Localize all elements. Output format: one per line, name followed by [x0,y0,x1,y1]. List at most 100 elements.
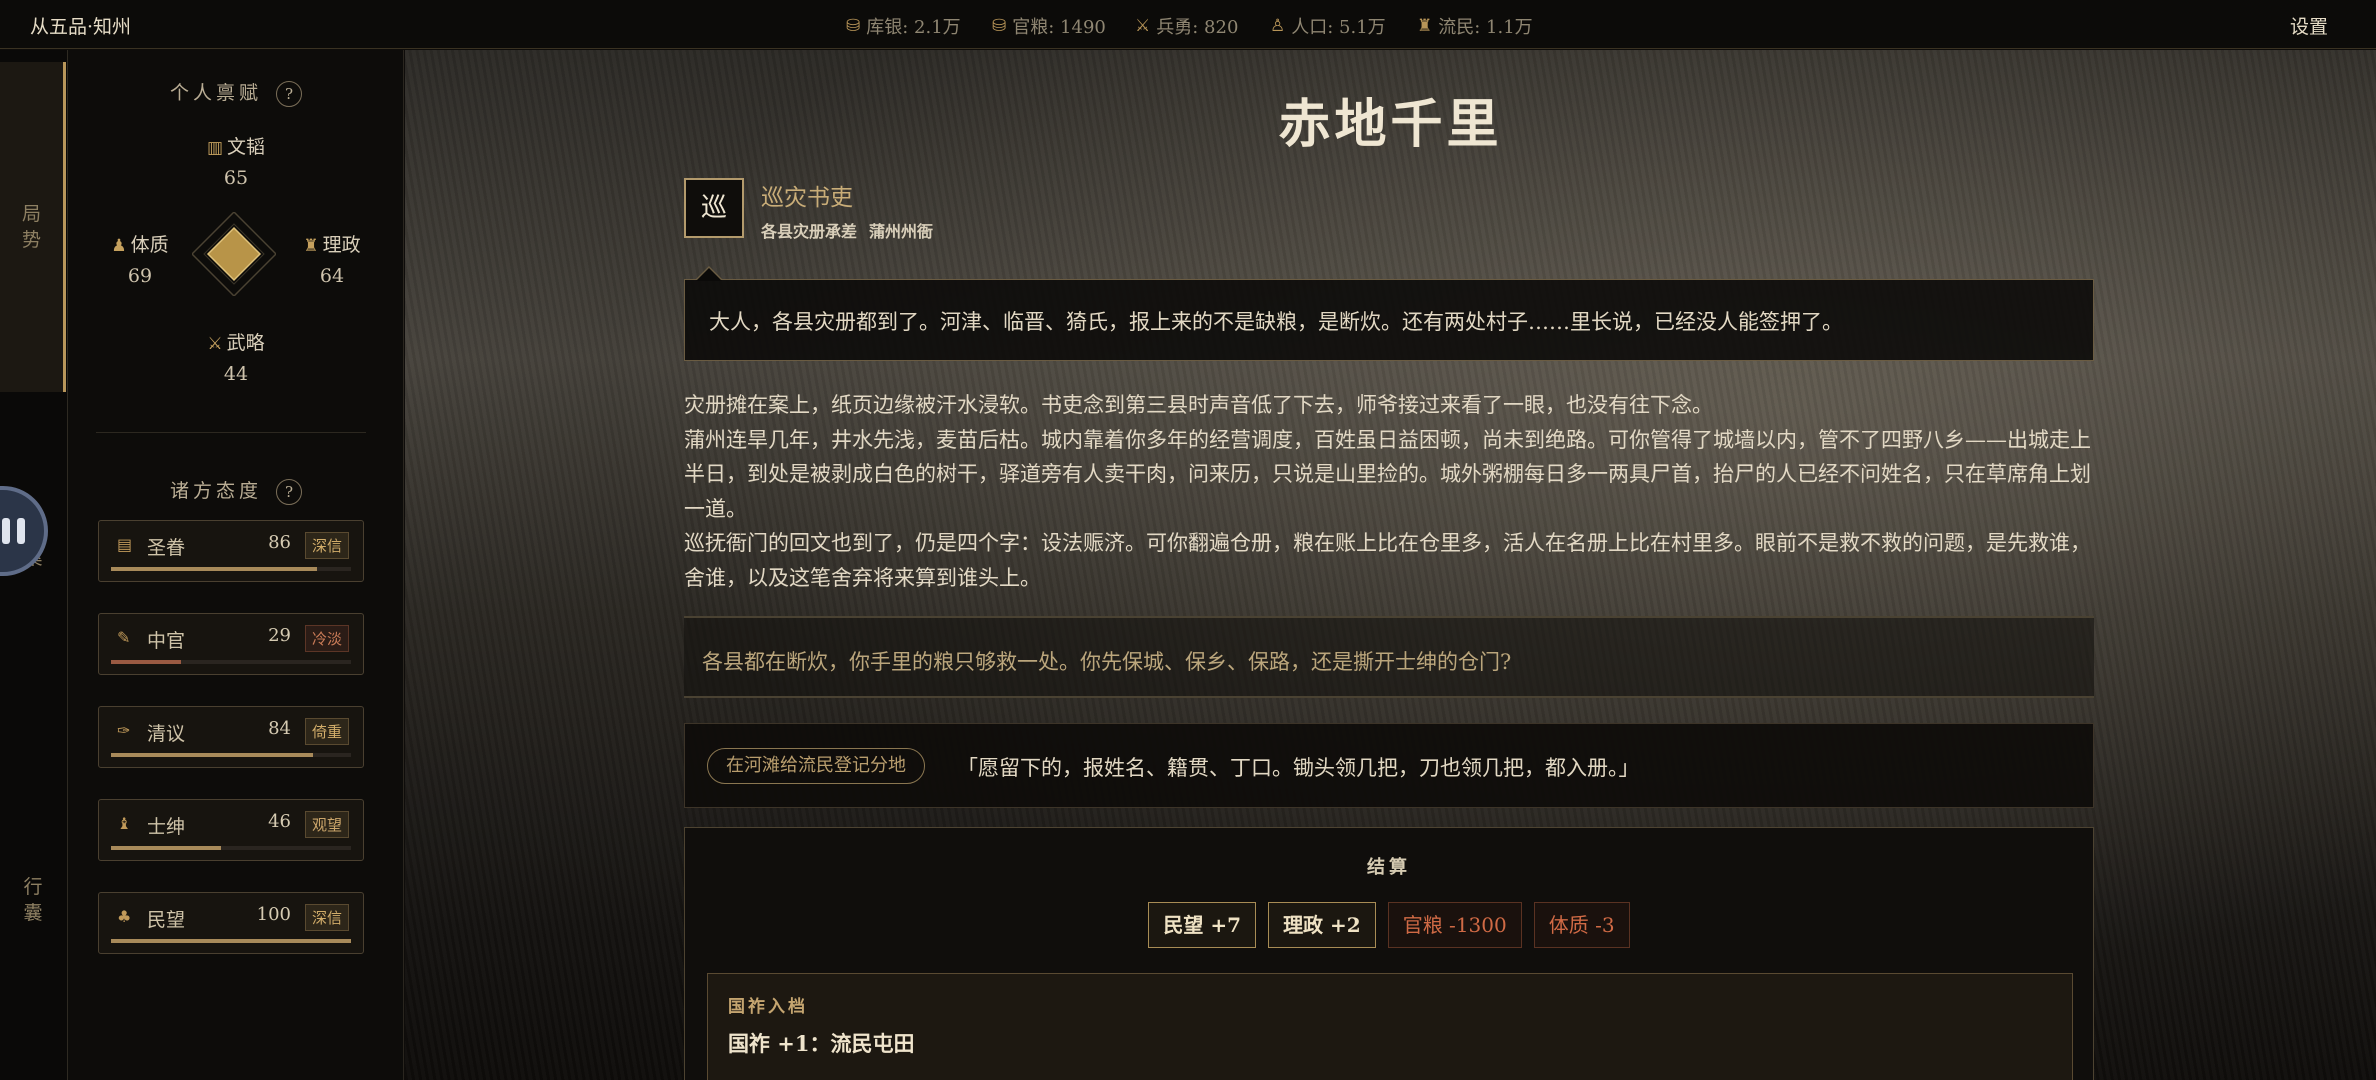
attr-label: 体质 [130,234,169,256]
decision-question: 各县都在断炊，你手里的粮只够救一处。你先保城、保乡、保路，还是撕开士绅的仓门? [702,650,1512,674]
faction-value: 46 [268,811,291,832]
chosen-option[interactable]: 在河滩给流民登记分地 「愿留下的，报姓名、籍贯、丁口。锄头领几把，刀也领几把，都… [684,723,2094,808]
speaker-avatar: 巡 [684,178,744,238]
faction-bar-fill [111,753,313,757]
resource-label: 人口: 5.1万 [1291,17,1386,38]
soldier-icon: ⚔ [1135,16,1151,36]
talents-help-button[interactable]: ? [276,81,303,107]
dialog-box: 大人，各县灾册都到了。河津、临晋、猗氏，报上来的不是缺粮，是断炊。还有两处村子…… [684,266,2094,361]
attr-value: 44 [223,363,249,385]
faction-bar-fill [111,567,318,571]
attr-wulue: ⚔ 武略 44 [194,328,278,385]
dialog-text: 大人，各县灾册都到了。河津、临晋、猗氏，报上来的不是缺粮，是断炊。还有两处村子…… [709,310,1843,334]
decision-prompt: 各县都在断炊，你手里的粮只够救一处。你先保城、保乡、保路，还是撕开士绅的仓门? [684,616,2094,698]
faction-name: 清议 [147,723,186,745]
faction-bar [111,660,351,664]
resource-treasury: ⛁ 库银: 2.1万 [846,13,961,39]
people-icon: ♙ [1270,16,1286,36]
option-quote: 「愿留下的，报姓名、籍贯、丁口。锄头领几把，刀也领几把，都入册。」 [957,756,1640,780]
faction-bar [111,753,351,757]
speaker-role: 各县灾册承差 [761,222,858,241]
resource-label: 兵勇: 820 [1156,17,1239,38]
attr-value: 69 [127,265,153,287]
body-icon: ♟ [111,236,127,256]
effect-chip: 理政 +2 [1268,902,1376,948]
tab-situation[interactable]: 局势 [0,62,66,392]
talent-radar-icon [192,212,276,296]
attr-lizheng: ♜ 理政 64 [290,230,374,287]
attr-wenhan: ▥ 文韬 65 [194,132,278,189]
effect-chip: 官粮 -1300 [1387,902,1522,948]
speaker-name: 巡灾书吏 [761,185,853,211]
attr-label: 文韬 [227,136,266,158]
attr-label: 武略 [226,332,265,354]
faction-name: 中官 [147,630,186,652]
faction-shishen[interactable]: ♝ 士绅 46 观望 [98,799,364,861]
faction-value: 29 [268,625,291,646]
crowd-icon: ♣ [117,907,132,926]
settlement-panel: 结算 民望 +7 理政 +2 官粮 -1300 体质 -3 国祚入档 国祚 +1… [684,827,2094,1080]
faction-shengjuan[interactable]: ▤ 圣眷 86 深信 [98,520,364,582]
book-icon: ▥ [206,138,224,158]
eunuch-icon: ✎ [117,628,131,647]
effect-chip: 民望 +7 [1148,902,1257,948]
faction-bar-fill [111,846,222,850]
gentry-icon: ♝ [117,814,132,833]
faction-name: 士绅 [147,816,186,838]
top-bar: 从五品·知州 ⛁ 库银: 2.1万 ⛁ 官粮: 1490 ⚔ 兵勇: 820 ♙… [0,0,2376,49]
narration-paragraph: 灾册摊在案上，纸页边缘被汗水浸软。书吏念到第三县时声音低了下去，师爷接过来看了一… [684,393,1713,417]
factions-heading: 诸方态度 ? [68,476,404,505]
faction-name: 圣眷 [147,537,186,559]
speaker-office: 蒲州州衙 [869,222,934,241]
faction-value: 100 [256,904,291,925]
faction-bar [111,846,351,850]
sidebar: 个人禀赋 ? ▥ 文韬 65 ♟ 体质 69 ♜ 理政 64 ⚔ 武略 44 诸方态度 … [68,50,404,1080]
option-label: 在河滩给流民登记分地 [707,748,925,784]
effect-chip: 体质 -3 [1533,902,1630,948]
attr-tizhi: ♟ 体质 69 [98,230,182,287]
settlement-chips: 民望 +7 理政 +2 官粮 -1300 体质 -3 [685,902,2093,948]
faction-name: 民望 [147,909,186,931]
faction-bar [111,939,351,943]
swords-icon: ⚔ [207,334,223,354]
resource-label: 官粮: 1490 [1012,17,1106,38]
speaker-subtitle: 各县灾册承差 蒲州州衙 [761,218,945,242]
faction-tag: 深信 [304,904,349,931]
attr-label: 理政 [322,234,361,256]
sidebar-divider [96,432,366,433]
coins-icon: ⛁ [846,16,861,36]
faction-tag: 深信 [304,532,349,559]
scroll-icon: ▤ [117,535,133,554]
refugee-icon: ♜ [1417,16,1433,36]
faction-bar-fill [111,939,351,943]
narration-paragraph: 蒲州连旱几年，井水先浅，麦苗后枯。城内靠着你多年的经营调度，百姓虽日益困顿，尚未… [684,427,2091,521]
resource-label: 库银: 2.1万 [866,17,961,38]
attr-value: 65 [223,167,249,189]
faction-tag: 倚重 [304,718,349,745]
grain-icon: ⛁ [992,16,1007,36]
resource-soldiers: ⚔ 兵勇: 820 [1135,13,1238,39]
talents-heading: 个人禀赋 ? [68,78,404,107]
faction-zhongguan[interactable]: ✎ 中官 29 冷淡 [98,613,364,675]
faction-tag: 冷淡 [304,625,349,652]
tab-rail: 局势 档案 行囊 [0,50,68,1080]
faction-qingyi[interactable]: ✑ 清议 84 倚重 [98,706,364,768]
official-rank: 从五品·知州 [30,16,132,38]
record-value: 国祚 +1：流民屯田 [728,1031,915,1056]
settings-button[interactable]: 设置 [2290,12,2328,39]
tab-label: 局势 [21,203,41,251]
tab-luggage[interactable]: 行囊 [0,850,66,950]
record-label: 国祚入档 [728,997,808,1017]
factions-help-button[interactable]: ? [276,479,303,505]
event-panel: 赤地千里 巡 巡灾书吏 各县灾册承差 蒲州州衙 大人，各县灾册都到了。河津、临晋、… [405,50,2376,1080]
factions-title: 诸方态度 [169,480,262,502]
faction-minwang[interactable]: ♣ 民望 100 深信 [98,892,364,954]
faction-bar [111,567,351,571]
tab-label: 行囊 [23,876,43,924]
talents-title: 个人禀赋 [169,82,262,104]
faction-bar-fill [111,660,181,664]
event-title: 赤地千里 [1278,94,1503,155]
seal-icon: ♜ [303,236,319,256]
resource-grain: ⛁ 官粮: 1490 [992,13,1106,39]
resource-refugees: ♜ 流民: 1.1万 [1417,13,1533,39]
